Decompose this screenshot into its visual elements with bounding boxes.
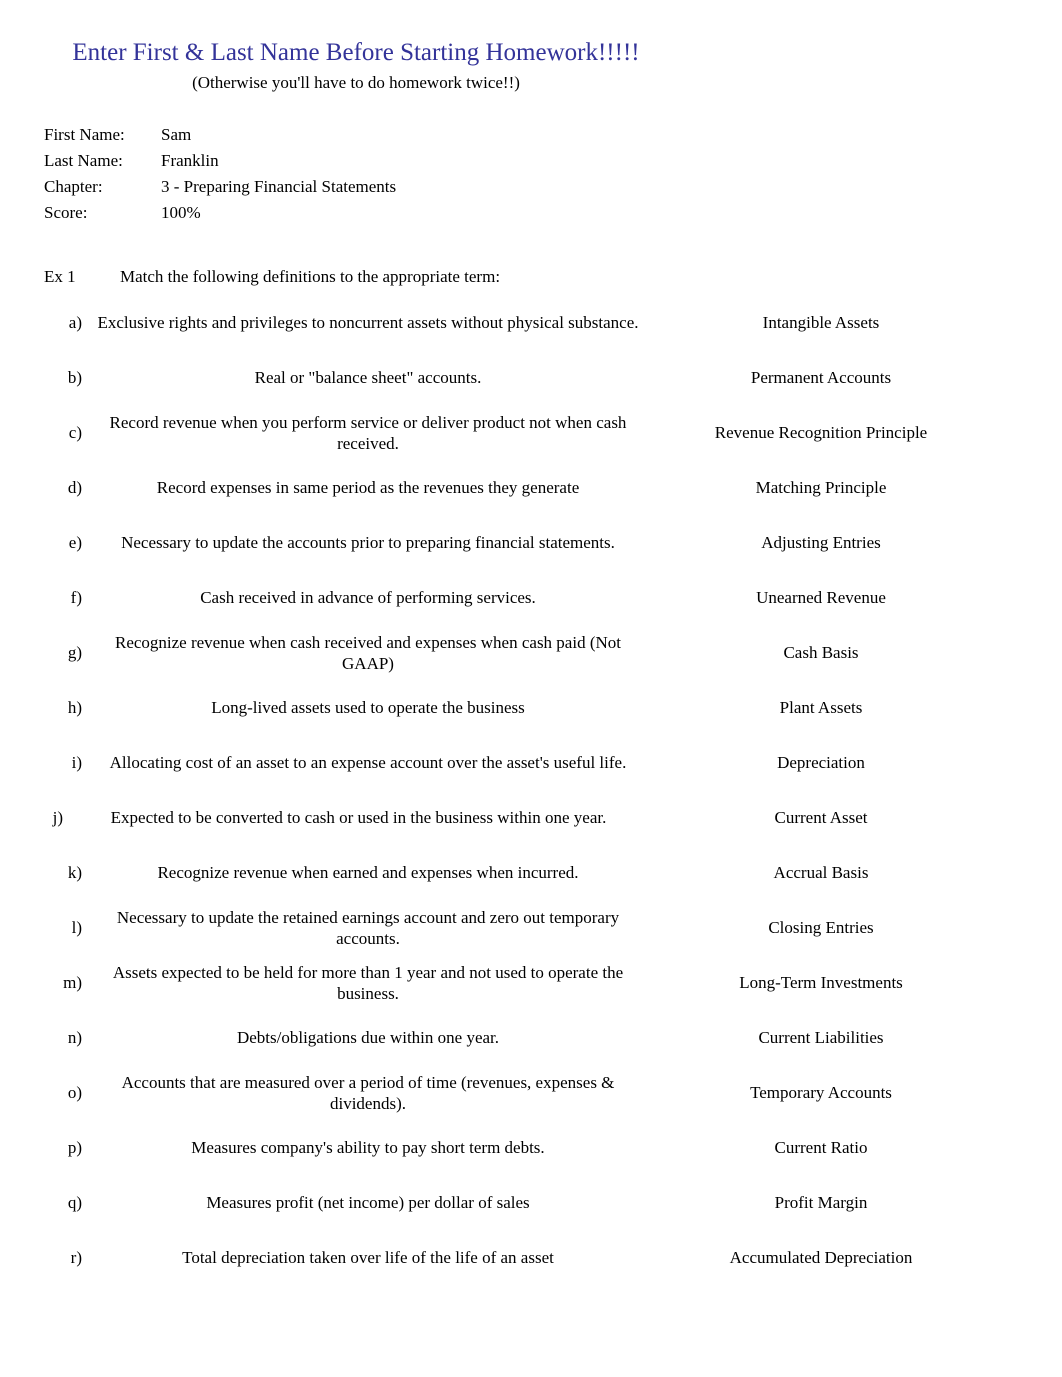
title-block: Enter First & Last Name Before Starting … — [0, 38, 712, 94]
last-name-row: Last Name: Franklin — [44, 148, 744, 174]
match-row: b) Real or "balance sheet" accounts. Perma… — [44, 350, 1004, 405]
match-row: a) Exclusive rights and privileges to non… — [44, 295, 1004, 350]
match-row: j) Expected to be converted to cash or us… — [44, 790, 1004, 845]
exercise-heading: Ex 1 Match the following definitions to … — [44, 266, 500, 288]
row-letter: p) — [67, 1138, 82, 1157]
page-title: Enter First & Last Name Before Starting … — [72, 39, 640, 66]
chapter-label: Chapter: — [44, 177, 103, 196]
definition-text: Measures profit (net income) per dollar … — [206, 1193, 530, 1212]
definition-text: Expected to be converted to cash or used… — [110, 808, 607, 827]
match-row: c) Record revenue when you perform servic… — [44, 405, 1004, 460]
exercise-label: Ex 1 — [44, 267, 76, 286]
row-letter: e) — [68, 533, 82, 552]
answer-field[interactable]: Depreciation — [681, 752, 961, 773]
score-label: Score: — [44, 203, 88, 222]
first-name-label: First Name: — [44, 125, 125, 144]
first-name-row: First Name: Sam — [44, 122, 744, 148]
answer-field[interactable]: Closing Entries — [681, 917, 961, 938]
match-row: i) Allocating cost of an asset to an expe… — [44, 735, 1004, 790]
definition-text: Necessary to update the retained earning… — [116, 907, 620, 948]
match-row: n) Debts/obligations due within one year.… — [44, 1010, 1004, 1065]
answer-field[interactable]: Long-Term Investments — [681, 972, 961, 993]
student-info-block: First Name: Sam Last Name: Franklin Chap… — [44, 122, 744, 226]
answer-field[interactable]: Accrual Basis — [681, 862, 961, 883]
row-letter: o) — [67, 1083, 82, 1102]
matching-list: a) Exclusive rights and privileges to non… — [44, 295, 1004, 1285]
definition-text: Assets expected to be held for more than… — [112, 962, 624, 1003]
row-letter: g) — [67, 643, 82, 662]
answer-field[interactable]: Temporary Accounts — [681, 1082, 961, 1103]
row-letter: h) — [67, 698, 82, 717]
answer-field[interactable]: Accumulated Depreciation — [681, 1247, 961, 1268]
match-row: l) Necessary to update the retained earni… — [44, 900, 1004, 955]
answer-field[interactable]: Current Ratio — [681, 1137, 961, 1158]
row-letter: c) — [68, 423, 82, 442]
definition-text: Exclusive rights and privileges to noncu… — [97, 313, 639, 332]
worksheet-page: Enter First & Last Name Before Starting … — [0, 0, 1062, 1377]
answer-field[interactable]: Current Asset — [681, 807, 961, 828]
definition-text: Necessary to update the accounts prior t… — [121, 533, 615, 552]
match-row: g) Recognize revenue when cash received a… — [44, 625, 1004, 680]
row-letter: f) — [70, 588, 82, 607]
last-name-label: Last Name: — [44, 151, 123, 170]
answer-field[interactable]: Permanent Accounts — [681, 367, 961, 388]
match-row: h) Long-lived assets used to operate the … — [44, 680, 1004, 735]
definition-text: Allocating cost of an asset to an expens… — [109, 753, 627, 772]
first-name-field[interactable]: Sam — [161, 122, 191, 148]
score-value: 100% — [161, 203, 201, 222]
definition-text: Record expenses in same period as the re… — [156, 478, 580, 497]
answer-field[interactable]: Profit Margin — [681, 1192, 961, 1213]
match-row: q) Measures profit (net income) per dolla… — [44, 1175, 1004, 1230]
row-letter: r) — [70, 1248, 82, 1267]
row-letter: d) — [67, 478, 82, 497]
row-letter: i) — [71, 753, 82, 772]
definition-text: Real or "balance sheet" accounts. — [254, 368, 482, 387]
definition-text: Measures company's ability to pay short … — [191, 1138, 545, 1157]
row-letter: m) — [63, 973, 82, 992]
definition-text: Record revenue when you perform service … — [109, 412, 627, 453]
answer-field[interactable]: Adjusting Entries — [681, 532, 961, 553]
answer-field[interactable]: Unearned Revenue — [681, 587, 961, 608]
chapter-field[interactable]: 3 - Preparing Financial Statements — [161, 174, 396, 200]
answer-field[interactable]: Matching Principle — [681, 477, 961, 498]
answer-field[interactable]: Intangible Assets — [681, 312, 961, 333]
definition-text: Recognize revenue when cash received and… — [114, 632, 621, 673]
match-row: p) Measures company's ability to pay shor… — [44, 1120, 1004, 1175]
answer-field[interactable]: Current Liabilities — [681, 1027, 961, 1048]
match-row: m) Assets expected to be held for more th… — [44, 955, 1004, 1010]
row-letter: l) — [71, 918, 82, 937]
match-row: e) Necessary to update the accounts prior… — [44, 515, 1004, 570]
definition-text: Long-lived assets used to operate the bu… — [211, 698, 525, 717]
answer-field[interactable]: Cash Basis — [681, 642, 961, 663]
page-subtitle: (Otherwise you'll have to do homework tw… — [192, 73, 520, 92]
answer-field[interactable]: Revenue Recognition Principle — [681, 422, 961, 443]
score-row: Score: 100% — [44, 200, 744, 226]
row-letter: a) — [68, 313, 82, 332]
match-row: k) Recognize revenue when earned and expe… — [44, 845, 1004, 900]
last-name-field[interactable]: Franklin — [161, 148, 219, 174]
match-row: d) Record expenses in same period as the … — [44, 460, 1004, 515]
row-letter: n) — [67, 1028, 82, 1047]
match-row: r) Total depreciation taken over life of … — [44, 1230, 1004, 1285]
row-letter: j) — [52, 808, 63, 827]
answer-field[interactable]: Plant Assets — [681, 697, 961, 718]
match-row: f) Cash received in advance of performing… — [44, 570, 1004, 625]
chapter-row: Chapter: 3 - Preparing Financial Stateme… — [44, 174, 744, 200]
row-letter: b) — [67, 368, 82, 387]
match-row: o) Accounts that are measured over a peri… — [44, 1065, 1004, 1120]
definition-text: Total depreciation taken over life of th… — [182, 1248, 554, 1267]
definition-text: Cash received in advance of performing s… — [200, 588, 536, 607]
definition-text: Debts/obligations due within one year. — [236, 1028, 500, 1047]
definition-text: Accounts that are measured over a period… — [121, 1072, 615, 1113]
row-letter: k) — [67, 863, 82, 882]
exercise-instruction: Match the following definitions to the a… — [120, 267, 501, 286]
definition-text: Recognize revenue when earned and expens… — [157, 863, 579, 882]
row-letter: q) — [67, 1193, 82, 1212]
